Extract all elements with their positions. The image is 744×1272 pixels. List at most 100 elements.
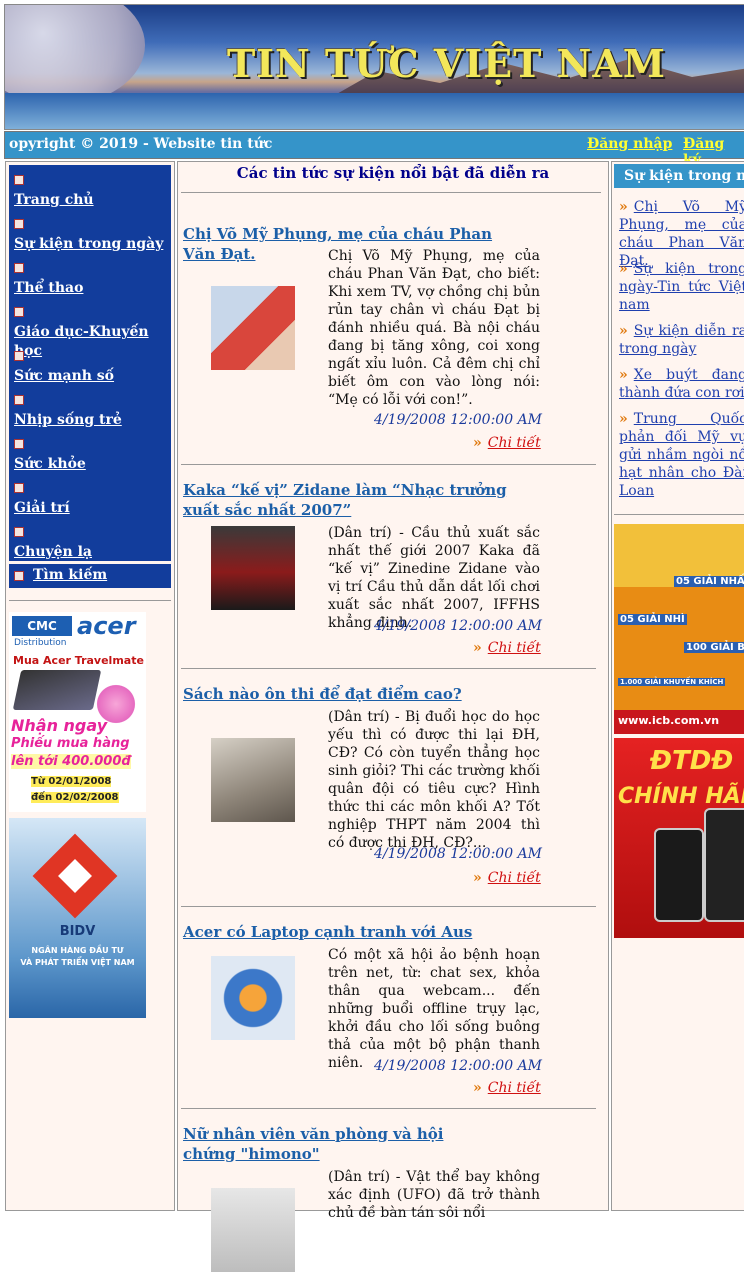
events-heading: Sự kiện trong ngày bbox=[614, 164, 744, 188]
article-date: 4/19/2008 12:00:00 AM bbox=[373, 618, 542, 634]
article-thumbnail[interactable] bbox=[211, 526, 295, 610]
category-menu: Trang chủ Sự kiện trong ngày Thể thao Gi… bbox=[9, 165, 171, 561]
divider bbox=[181, 464, 596, 465]
search-menu-item[interactable]: Tìm kiếm bbox=[9, 564, 171, 588]
article-date: 4/19/2008 12:00:00 AM bbox=[373, 412, 542, 428]
acer-ad-banner[interactable]: CMC Distribution acer Mua Acer Travelmat… bbox=[9, 612, 146, 812]
article-title[interactable]: Acer có Laptop cạnh tranh với Aus bbox=[183, 922, 523, 942]
divider bbox=[181, 668, 596, 669]
icb-url: www.icb.com.vn bbox=[618, 714, 720, 727]
divider bbox=[181, 1108, 596, 1109]
divider bbox=[181, 906, 596, 907]
double-chevron-icon: » bbox=[473, 435, 482, 451]
bullet-icon bbox=[14, 307, 24, 317]
cmc-logo: CMC bbox=[12, 616, 72, 636]
divider bbox=[9, 600, 171, 601]
acer-ad-top: CMC Distribution acer bbox=[9, 612, 146, 652]
sidebar-item-giai-tri[interactable]: Giải trí bbox=[14, 483, 70, 516]
article-summary: (Dân trí) - Bị đuổi học do học yếu thì c… bbox=[328, 709, 540, 851]
article-summary: Có một xã hội ảo bệnh hoạn trên net, từ:… bbox=[328, 947, 540, 1071]
icb-line4: 1.000 GIẢI KHUYẾN KHÍCH bbox=[618, 678, 726, 686]
bidv-line1: NGÂN HÀNG ĐẦU TƯ bbox=[31, 946, 124, 955]
bullet-icon bbox=[14, 219, 24, 229]
article-thumbnail[interactable] bbox=[211, 956, 295, 1040]
icb-line1: 05 GIẢI NHẤT bbox=[674, 576, 744, 587]
sidebar-item-chuyen-la[interactable]: Chuyện lạ bbox=[14, 527, 92, 560]
bullet-icon bbox=[14, 571, 24, 581]
double-chevron-icon: » bbox=[619, 199, 628, 215]
icb-ad-banner[interactable]: 05 GIẢI NHẤT 05 GIẢI NHÌ 100 GIẢI BA 1.0… bbox=[614, 524, 744, 734]
phone-ad-line2: CHÍNH HÃNG bbox=[618, 784, 744, 809]
phone-ad-line1: ĐTDĐ bbox=[650, 746, 734, 776]
phone-image bbox=[654, 828, 704, 922]
read-more-link[interactable]: » Chi tiết bbox=[473, 870, 541, 886]
sidebar-item-su-kien[interactable]: Sự kiện trong ngày bbox=[14, 219, 163, 252]
top-bar: opyright © 2019 - Website tin tức Đăng n… bbox=[4, 131, 744, 168]
right-sidebar: Sự kiện trong ngày »Chị Võ Mỹ Phụng, mẹ … bbox=[611, 161, 744, 1211]
bullet-icon bbox=[14, 483, 24, 493]
bidv-ad-banner[interactable]: BIDV NGÂN HÀNG ĐẦU TƯ VÀ PHÁT TRIỂN VIỆT… bbox=[9, 818, 146, 1018]
article-date: 4/19/2008 12:00:00 AM bbox=[373, 1058, 542, 1074]
article-title[interactable]: Nữ nhân viên văn phòng và hội chứng "him… bbox=[183, 1124, 483, 1164]
double-chevron-icon: » bbox=[619, 367, 628, 383]
acer-ad-line5: Từ 02/01/2008 bbox=[31, 776, 112, 787]
bullet-icon bbox=[14, 351, 24, 361]
article-summary: Chị Võ Mỹ Phụng, mẹ của cháu Phan Văn Đạ… bbox=[328, 248, 540, 408]
acer-ad-line3: Phiếu mua hàng bbox=[11, 736, 130, 751]
left-sidebar: Trang chủ Sự kiện trong ngày Thể thao Gi… bbox=[5, 161, 175, 1211]
sidebar-item-the-thao[interactable]: Thể thao bbox=[14, 263, 83, 296]
article-thumbnail[interactable] bbox=[211, 286, 295, 370]
bullet-icon bbox=[14, 263, 24, 273]
article-title[interactable]: Sách nào ôn thi để đạt điểm cao? bbox=[183, 684, 523, 704]
divider bbox=[614, 514, 744, 515]
bullet-icon bbox=[14, 527, 24, 537]
read-more-link[interactable]: » Chi tiết bbox=[473, 640, 541, 656]
event-link[interactable]: » Sự kiện diễn ra trong ngày bbox=[619, 322, 744, 358]
sidebar-item-trang-chu[interactable]: Trang chủ bbox=[14, 175, 94, 208]
water-graphic bbox=[5, 93, 744, 129]
acer-ad-line2: Nhận ngay bbox=[11, 716, 108, 735]
article-thumbnail[interactable] bbox=[211, 738, 295, 822]
moon-graphic bbox=[5, 5, 145, 105]
cmc-sub: Distribution bbox=[14, 638, 67, 648]
bidv-line2: VÀ PHÁT TRIỂN VIỆT NAM bbox=[20, 958, 135, 967]
article-title[interactable]: Kaka “kế vị” Zidane làm “Nhạc trưởng xuấ… bbox=[183, 480, 523, 520]
login-link[interactable]: Đăng nhập bbox=[587, 136, 672, 152]
search-label[interactable]: Tìm kiếm bbox=[33, 567, 107, 583]
article-date: 4/19/2008 12:00:00 AM bbox=[373, 846, 542, 862]
main-content: Các tin tức sự kiện nổi bật đã diễn ra C… bbox=[177, 161, 609, 1272]
article-summary: (Dân trí) - Vật thể bay không xác định (… bbox=[328, 1169, 540, 1221]
acer-ad-line1: Mua Acer Travelmate bbox=[13, 654, 144, 667]
double-chevron-icon: » bbox=[619, 411, 628, 427]
divider bbox=[181, 192, 601, 193]
phone-image bbox=[704, 808, 744, 922]
laptop-image bbox=[12, 670, 102, 710]
sidebar-item-suc-khoe[interactable]: Sức khỏe bbox=[14, 439, 86, 472]
double-chevron-icon: » bbox=[473, 640, 482, 656]
article-thumbnail[interactable] bbox=[211, 1188, 295, 1272]
double-chevron-icon: » bbox=[619, 261, 628, 277]
sidebar-item-nhip-song-tre[interactable]: Nhịp sống trẻ bbox=[14, 395, 122, 428]
icb-line2: 05 GIẢI NHÌ bbox=[618, 614, 687, 625]
acer-ad-line4: lên tới 400.000đ bbox=[11, 754, 131, 769]
read-more-link[interactable]: » Chi tiết bbox=[473, 435, 541, 451]
event-link[interactable]: » Xe buýt đang thành đứa con rơi bbox=[619, 366, 744, 402]
sidebar-item-suc-manh-so[interactable]: Sức mạnh số bbox=[14, 351, 114, 384]
double-chevron-icon: » bbox=[473, 1080, 482, 1096]
phone-ad-banner[interactable]: ĐTDĐ CHÍNH HÃNG bbox=[614, 738, 744, 938]
double-chevron-icon: » bbox=[473, 870, 482, 886]
bullet-icon bbox=[14, 175, 24, 185]
icb-line3: 100 GIẢI BA bbox=[684, 642, 744, 653]
bidv-name: BIDV bbox=[59, 924, 96, 939]
acer-logo: acer bbox=[77, 612, 136, 640]
double-chevron-icon: » bbox=[619, 323, 628, 339]
acer-ad-line6: đến 02/02/2008 bbox=[31, 792, 119, 803]
event-link[interactable]: » Trung Quốc phản đối Mỹ vụ gửi nhầm ngòi… bbox=[619, 410, 744, 500]
event-link[interactable]: » Sự kiện trong ngày-Tin tức Việt nam bbox=[619, 260, 744, 314]
header-banner: TIN TỨC VIỆT NAM bbox=[4, 4, 744, 130]
bullet-icon bbox=[14, 439, 24, 449]
bullet-icon bbox=[14, 395, 24, 405]
article-summary: (Dân trí) - Cầu thủ xuất sắc nhất thế gi… bbox=[328, 525, 540, 631]
read-more-link[interactable]: » Chi tiết bbox=[473, 1080, 541, 1096]
site-title: TIN TỨC VIỆT NAM bbox=[227, 41, 666, 86]
